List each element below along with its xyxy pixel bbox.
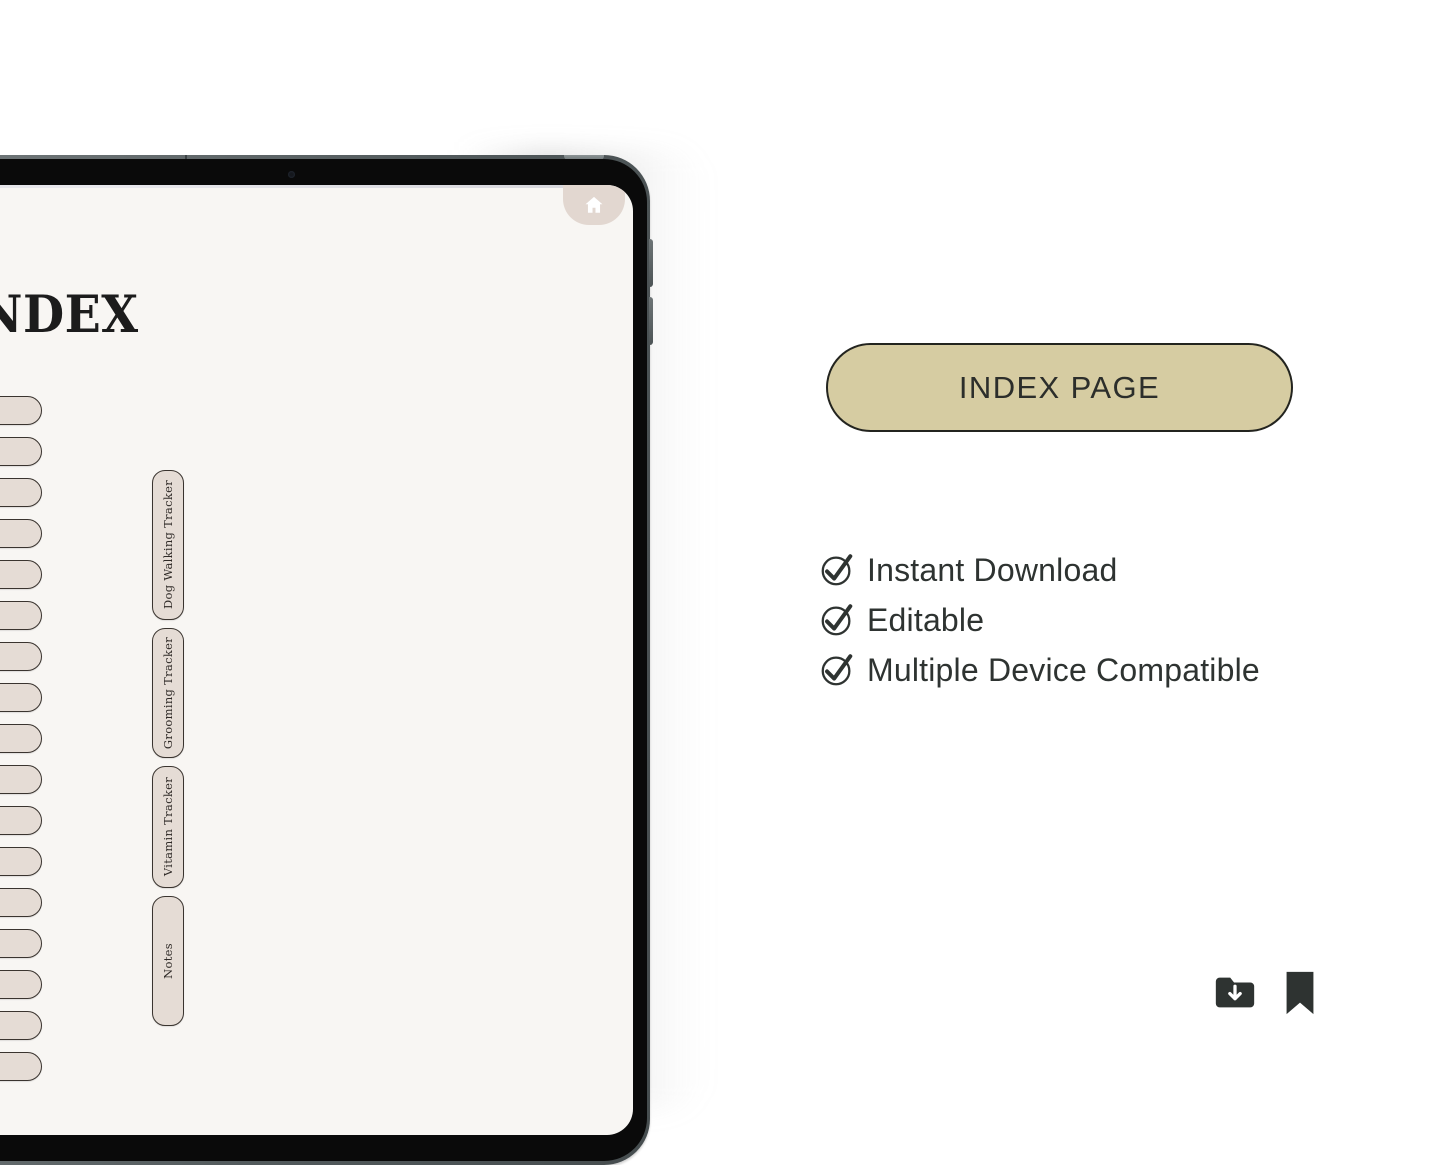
feature-label: Instant Download — [867, 552, 1117, 589]
feature-label: Multiple Device Compatible — [867, 652, 1260, 689]
bookmark-icon[interactable] — [1284, 970, 1316, 1016]
index-page-button-label: INDEX PAGE — [959, 370, 1160, 406]
index-list-item[interactable]: Sympton Tracker — [0, 601, 42, 630]
index-list-item[interactable]: Expenses Log — [0, 1011, 42, 1040]
index-list-item[interactable]: Medications — [0, 929, 42, 958]
circle-check-icon — [818, 601, 856, 639]
index-list-item[interactable]: Pet Sitter Information — [0, 437, 42, 466]
side-tab-label: Vitamin Tracker — [161, 777, 175, 876]
index-list-item[interactable]: Medication Tracker — [0, 970, 42, 999]
index-page-button[interactable]: INDEX PAGE — [826, 343, 1293, 432]
index-list-item[interactable]: Notes — [0, 1052, 42, 1081]
tablet-device: INDEX Pet Information Pet Sitter Informat… — [0, 155, 650, 1165]
tablet-screen: INDEX Pet Information Pet Sitter Informat… — [0, 185, 633, 1135]
index-list-item[interactable]: Pet Visits — [0, 806, 42, 835]
feature-label: Editable — [867, 602, 984, 639]
side-tab[interactable]: Notes — [152, 896, 184, 1026]
corner-icon-group — [1212, 970, 1316, 1016]
page-canvas: INDEX Pet Information Pet Sitter Informat… — [0, 0, 1445, 1084]
feature-item: Instant Download — [818, 550, 1378, 590]
volume-down-button[interactable] — [649, 297, 653, 345]
circle-check-icon — [818, 651, 856, 689]
index-list-item[interactable]: Vitamin Tracker — [0, 888, 42, 917]
front-camera-icon — [288, 171, 295, 178]
index-list-item[interactable]: Pet Recipes — [0, 478, 42, 507]
side-tab[interactable]: Vitamin Tracker — [152, 766, 184, 888]
page-title: INDEX — [0, 285, 513, 345]
feature-item: Multiple Device Compatible — [818, 650, 1378, 690]
side-tab-label: Notes — [161, 943, 175, 979]
side-tab-label: Dog Walking Tracker — [161, 480, 175, 609]
volume-up-button[interactable] — [649, 239, 653, 287]
index-list-item[interactable]: Vaccination Record — [0, 519, 42, 548]
home-icon — [583, 194, 605, 216]
index-list-item[interactable]: Preventive Treatment — [0, 560, 42, 589]
index-list-item[interactable]: Pet Supplies Inventory — [0, 683, 42, 712]
side-tab[interactable]: Grooming Tracker — [152, 628, 184, 758]
index-list-item[interactable]: Pet Information — [0, 396, 42, 425]
tablet-bezel: INDEX Pet Information Pet Sitter Informat… — [0, 159, 647, 1161]
index-list-item[interactable]: Vitamins — [0, 847, 42, 876]
index-list-item[interactable]: Grooming Tracker — [0, 765, 42, 794]
circle-check-icon — [818, 551, 856, 589]
side-tab-label: Grooming Tracker — [161, 637, 175, 749]
side-tab[interactable]: Dog Walking Tracker — [152, 470, 184, 620]
folder-download-icon[interactable] — [1212, 970, 1258, 1016]
feature-item: Editable — [818, 600, 1378, 640]
index-list-item[interactable]: Appointment Calendar — [0, 642, 42, 671]
index-list: Pet Information Pet Sitter Information Pet… — [0, 396, 42, 1093]
index-page-document: INDEX Pet Information Pet Sitter Informat… — [0, 185, 633, 1135]
home-button[interactable] — [563, 185, 625, 225]
feature-list: Instant Download Editable Multiple Device … — [818, 550, 1378, 700]
promo-panel: INDEX PAGE Instant Download Editable Multi… — [760, 0, 1445, 1084]
index-list-item[interactable]: Dog Walking Tracker — [0, 724, 42, 753]
